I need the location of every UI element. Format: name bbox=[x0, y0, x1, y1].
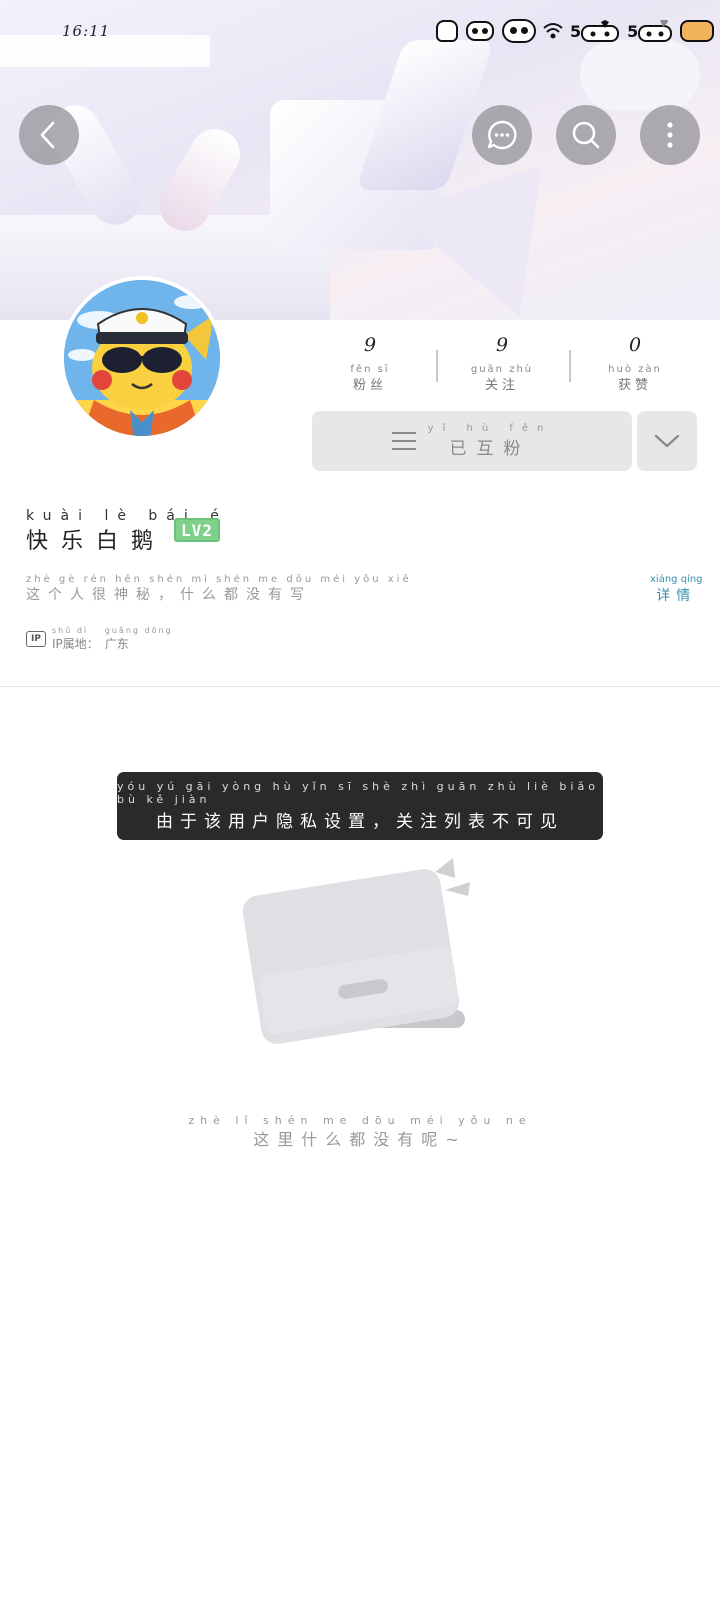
user-bio: zhè gè rén hěn shén mì shén me dōu méi y… bbox=[26, 574, 412, 604]
ip-icon: IP bbox=[26, 631, 46, 647]
avatar[interactable] bbox=[60, 276, 224, 440]
chevron-left-icon bbox=[40, 121, 55, 149]
chat-button[interactable] bbox=[472, 105, 532, 165]
likes-count: 0 bbox=[628, 334, 642, 356]
stat-divider bbox=[436, 350, 438, 382]
empty-state-text: 这里什么都没有呢~ bbox=[253, 1130, 467, 1149]
detail-text: 详情 bbox=[656, 588, 697, 604]
fans-label: 粉丝 bbox=[352, 378, 387, 393]
ip-location-value: guǎng dōng 广东 bbox=[105, 626, 173, 652]
more-vertical-icon bbox=[667, 122, 673, 148]
chevron-down-icon bbox=[654, 434, 680, 448]
following-label: 关注 bbox=[484, 378, 519, 393]
ip-location-pinyin: guǎng dōng bbox=[104, 626, 173, 635]
mutual-follow-pinyin: yǐ hù fěn bbox=[427, 423, 553, 434]
battery-icon bbox=[680, 20, 715, 42]
empty-box-illustration bbox=[240, 850, 500, 1050]
stat-fans[interactable]: 9 fěn sī 粉丝 bbox=[310, 334, 430, 393]
ip-location-text: 广东 bbox=[104, 637, 129, 651]
back-button[interactable] bbox=[19, 105, 79, 165]
mutual-follow-label: 已互粉 bbox=[449, 439, 531, 459]
detail-pinyin: xiáng qíng bbox=[650, 574, 703, 585]
signal-strength-a: 5 bbox=[570, 21, 582, 41]
profile-banner bbox=[0, 0, 720, 320]
search-icon bbox=[572, 121, 600, 149]
section-divider bbox=[0, 686, 720, 687]
stat-likes[interactable]: 0 huò zàn 获赞 bbox=[575, 334, 695, 393]
pikachu-avatar-image bbox=[64, 280, 220, 436]
likes-label: 获赞 bbox=[617, 378, 652, 393]
toast-pinyin: yóu yú gāi yòng hù yǐn sī shè zhì guān z… bbox=[117, 780, 599, 806]
level-badge: LV2 bbox=[174, 518, 220, 542]
status-time: 16:11 bbox=[62, 22, 111, 40]
chat-bubble-icon bbox=[487, 120, 517, 150]
signal-icon: 5 bbox=[570, 18, 621, 44]
signal-icon-2: 5 bbox=[627, 18, 674, 44]
mutual-follow-button[interactable]: yǐ hù fěn 已互粉 bbox=[312, 411, 632, 471]
search-button[interactable] bbox=[556, 105, 616, 165]
data-saver-icon bbox=[464, 18, 496, 44]
fans-count: 9 bbox=[363, 334, 377, 356]
following-count: 9 bbox=[495, 334, 509, 356]
ip-prefix: shǔ dì IP属地： bbox=[52, 626, 99, 652]
panda-icon bbox=[502, 19, 536, 43]
detail-link[interactable]: xiáng qíng 详情 bbox=[650, 574, 703, 605]
cat-icon bbox=[436, 20, 458, 42]
toast-text: 由于该用户隐私设置，关注列表不可见 bbox=[156, 812, 564, 832]
more-button[interactable] bbox=[640, 105, 700, 165]
empty-state-message: zhè lǐ shén me dōu méi yǒu ne 这里什么都没有呢~ bbox=[0, 1114, 720, 1150]
ip-prefix-pinyin: shǔ dì bbox=[52, 626, 89, 635]
stat-divider bbox=[569, 350, 571, 382]
menu-icon bbox=[391, 432, 416, 450]
follow-options-button[interactable] bbox=[637, 411, 697, 471]
profile-stats: 9 fěn sī 粉丝 9 guān zhù 关注 0 huò zàn 获赞 bbox=[310, 334, 720, 404]
ip-prefix-text: IP属地： bbox=[52, 637, 99, 651]
signal-strength-b: 5 bbox=[627, 21, 639, 41]
status-icons: 5 5 bbox=[436, 14, 715, 48]
wifi-icon bbox=[542, 18, 564, 44]
stat-following[interactable]: 9 guān zhù 关注 bbox=[442, 334, 562, 393]
ip-location: IP shǔ dì IP属地： guǎng dōng 广东 bbox=[26, 626, 173, 652]
privacy-toast: yóu yú gāi yòng hù yǐn sī shè zhì guān z… bbox=[117, 772, 603, 840]
bio-text: 这个人很神秘，什么都没有写 bbox=[26, 587, 312, 603]
